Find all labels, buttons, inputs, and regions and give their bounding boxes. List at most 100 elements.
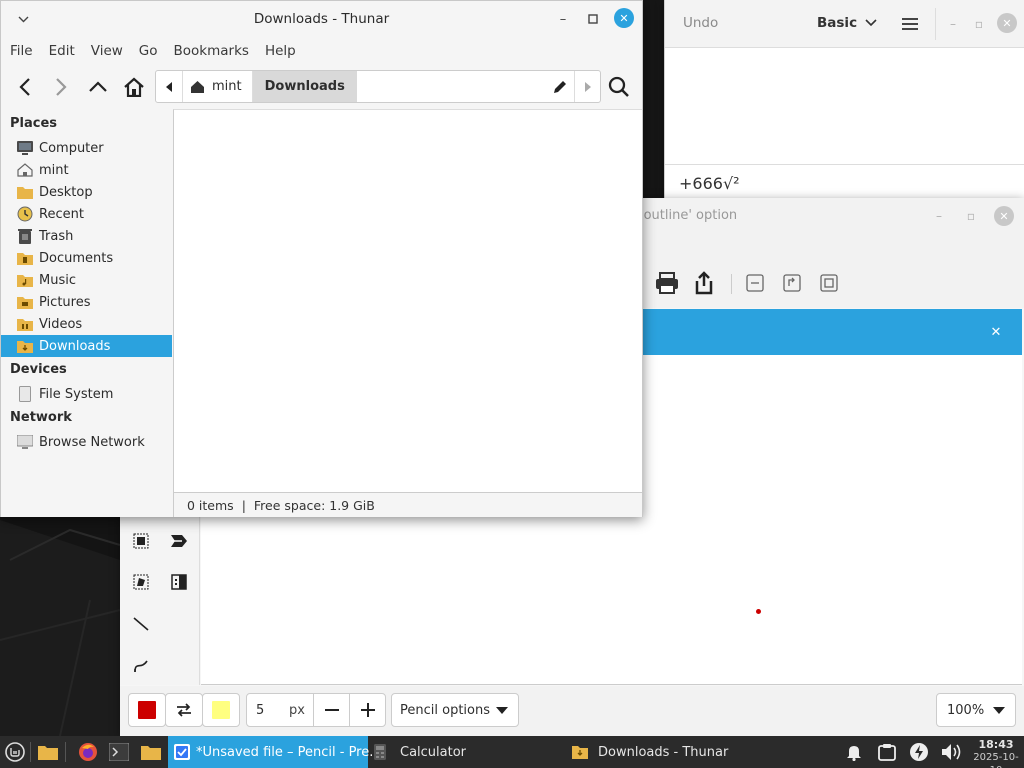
sidebar-item-file-system[interactable]: File System: [1, 383, 172, 405]
zoom-menu[interactable]: 100%: [936, 693, 1016, 727]
bottom-bar: 5 px Pencil options 100%: [120, 686, 1024, 736]
trash-icon: [17, 228, 33, 244]
back-icon: [19, 78, 30, 96]
menu-bookmarks[interactable]: Bookmarks: [174, 43, 249, 59]
drive-icon: [17, 386, 33, 402]
search-button[interactable]: [603, 71, 635, 103]
free-select-tool-icon[interactable]: [122, 563, 160, 601]
hamburger-menu-icon[interactable]: [899, 13, 921, 35]
mint-menu-icon[interactable]: [4, 741, 26, 763]
clock[interactable]: 18:43 2025-10-10: [968, 738, 1024, 768]
menu-view[interactable]: View: [91, 43, 123, 59]
increase-size-button[interactable]: [349, 694, 385, 726]
sidebar-item-label: Downloads: [39, 338, 111, 354]
close-infobar-icon[interactable]: ✕: [986, 322, 1006, 342]
sidebar-item-documents[interactable]: Documents: [1, 247, 172, 269]
clipboard-icon[interactable]: [876, 741, 898, 763]
close-button[interactable]: ✕: [994, 206, 1014, 226]
minimize-canvas-icon[interactable]: [738, 266, 772, 300]
curve-tool-icon[interactable]: [122, 646, 160, 684]
line-tool-icon[interactable]: [122, 605, 160, 643]
secondary-color-button[interactable]: [202, 693, 240, 727]
sidebar-item-computer[interactable]: Computer: [1, 137, 172, 159]
sidebar-item-videos[interactable]: Videos: [1, 313, 172, 335]
power-icon[interactable]: [908, 741, 930, 763]
chevron-down-icon: [865, 19, 877, 27]
sidebar-item-desktop[interactable]: Desktop: [1, 181, 172, 203]
mode-dropdown[interactable]: Basic: [817, 15, 877, 31]
minimize-button[interactable]: –: [942, 13, 964, 35]
volume-icon[interactable]: [940, 741, 964, 763]
status-bar: 0 items | Free space: 1.9 GiB: [173, 492, 642, 517]
maximize-button[interactable]: [583, 9, 603, 29]
back-button[interactable]: [9, 71, 41, 103]
sidebar-item-mint[interactable]: mint: [1, 159, 172, 181]
home-icon: [191, 80, 204, 93]
canvas-dot: [756, 609, 761, 614]
forward-button[interactable]: [45, 71, 77, 103]
undo-button[interactable]: Undo: [683, 15, 718, 31]
task-label: *Unsaved file – Pencil - Pre...: [196, 744, 382, 760]
sidebar-item-label: mint: [39, 162, 69, 178]
maximize-button[interactable]: ▫: [960, 205, 982, 227]
menu-help[interactable]: Help: [265, 43, 296, 59]
tool-size-spinner: 5 px: [246, 693, 386, 727]
scale-icon[interactable]: [812, 266, 846, 300]
print-icon[interactable]: [650, 266, 684, 300]
file-view[interactable]: [173, 109, 642, 492]
window-title: 'outline' option: [640, 208, 738, 223]
task-thunar[interactable]: Downloads - Thunar: [570, 736, 770, 768]
notifications-icon[interactable]: [843, 741, 865, 763]
task-calculator[interactable]: Calculator: [370, 736, 560, 768]
sidebar-item-browse-network[interactable]: Browse Network: [1, 431, 172, 453]
swap-colors-button[interactable]: [165, 693, 203, 727]
close-button[interactable]: ✕: [997, 13, 1017, 33]
path-scroll-right-icon[interactable]: [574, 71, 600, 102]
pencil-app-icon: [174, 744, 190, 760]
sidebar-item-downloads[interactable]: Downloads: [1, 335, 172, 357]
dropdown-arrow-icon: [993, 706, 1005, 714]
rect-select-tool-icon[interactable]: [122, 522, 160, 560]
menu-edit[interactable]: Edit: [49, 43, 75, 59]
window-title: Downloads - Thunar: [253, 11, 390, 27]
crop-tool-icon[interactable]: [160, 522, 198, 560]
folder-launcher-icon[interactable]: [140, 741, 162, 763]
sidebar-item-recent[interactable]: Recent: [1, 203, 172, 225]
firefox-launcher-icon[interactable]: [77, 741, 99, 763]
rotate-icon[interactable]: [775, 266, 809, 300]
home-button[interactable]: [118, 71, 150, 103]
terminal-launcher-icon[interactable]: [108, 741, 130, 763]
music-folder-icon: [17, 272, 33, 288]
share-icon[interactable]: [687, 266, 721, 300]
path-segment-current-label: Downloads: [264, 79, 345, 94]
clock-date: 2025-10-10: [973, 752, 1019, 768]
calculator-app-icon: [374, 744, 386, 760]
pictures-folder-icon: [17, 294, 33, 310]
sidebar-item-music[interactable]: Music: [1, 269, 172, 291]
calculator-header: Undo Basic – ▫ ✕: [665, 0, 1024, 48]
maximize-button[interactable]: ▫: [968, 13, 990, 35]
filters-tool-icon[interactable]: [160, 563, 198, 601]
sidebar-item-trash[interactable]: Trash: [1, 225, 172, 247]
minimize-button[interactable]: –: [553, 9, 573, 29]
downloads-folder-icon: [572, 746, 588, 759]
path-segment-current[interactable]: Downloads: [252, 71, 357, 102]
sidebar-item-label: Desktop: [39, 184, 93, 200]
sidebar-item-pictures[interactable]: Pictures: [1, 291, 172, 313]
tool-options-menu[interactable]: Pencil options: [391, 693, 519, 727]
parent-folder-button[interactable]: [82, 71, 114, 103]
decrease-size-button[interactable]: [313, 694, 349, 726]
edit-location-icon[interactable]: [546, 71, 574, 102]
task-pencil[interactable]: *Unsaved file – Pencil - Pre...: [168, 736, 382, 768]
minimize-button[interactable]: –: [928, 205, 950, 227]
path-segment-home[interactable]: mint: [183, 71, 253, 102]
close-button[interactable]: ✕: [614, 8, 634, 28]
sidebar-item-label: Music: [39, 272, 76, 288]
menu-go[interactable]: Go: [139, 43, 158, 59]
path-scroll-left-icon[interactable]: [156, 71, 183, 102]
tool-size-input[interactable]: 5: [247, 694, 289, 726]
primary-color-button[interactable]: [128, 693, 166, 727]
files-launcher-icon[interactable]: [37, 741, 59, 763]
menu-file[interactable]: File: [10, 43, 33, 59]
sidebar-heading-places: Places: [10, 116, 58, 131]
